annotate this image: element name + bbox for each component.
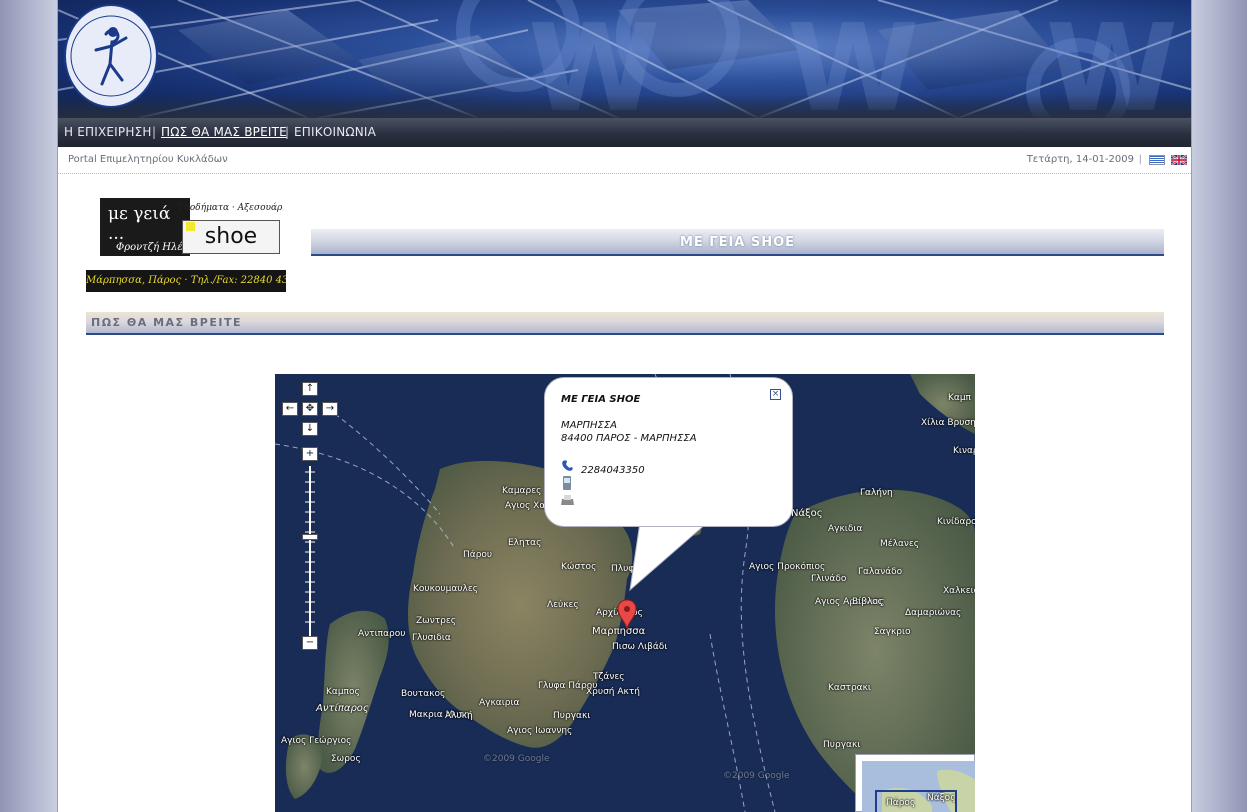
pan-up-button[interactable]: ↑ [302,382,318,396]
map-copyright: ©2009 Google [483,754,550,764]
pan-down-button[interactable]: ↓ [302,422,318,436]
info-bar: Portal Επιμελητηρίου Κυκλάδων Τετάρτη, 1… [58,147,1191,174]
top-nav: Η ΕΠΙΧΕΙΡΗΣΗ | ΠΩΣ ΘΑ ΜΑΣ ΒΡΕΙΤΕ | ΕΠΙΚΟ… [58,118,1191,147]
logo-yellow-square [186,222,195,231]
business-logo-subtitle: Υποδήματα · Αξεσουάρ [178,203,283,213]
pan-right-button[interactable]: → [322,402,338,416]
zoom-slider-handle[interactable] [302,534,318,540]
zoom-out-button[interactable]: − [302,636,318,650]
portal-name: Portal Επιμελητηρίου Κυκλάδων [68,154,228,165]
section-title: ΠΩΣ ΘΑ ΜΑΣ ΒΡΕΙΤΕ [91,316,242,329]
map-label: Κώστος [561,562,597,572]
nav-separator: | [152,125,157,139]
map-label: Καμπ [948,393,971,403]
map-label: Σωρος [331,754,361,764]
business-title: ΜΕ ΓΕΙΑ SHOE [679,235,796,250]
zoom-slider[interactable] [302,466,318,636]
fax-icon [561,495,574,505]
map-label: Καμπος [326,687,360,697]
business-title-bar: ΜΕ ΓΕΙΑ SHOE [311,229,1164,256]
map-label: Πάρου [463,550,493,560]
business-logo: με γειά ... Φροντζή Ηλέκτρα Υποδήματα · … [86,195,286,295]
google-map[interactable]: Καμπ Χίλια Βρυση Κιναράς Γαλήνη Νάξος Αγ… [275,374,975,812]
nav-item-contact[interactable]: ΕΠΙΚΟΙΝΩΝΙΑ [294,118,376,147]
map-marker-icon[interactable] [617,599,637,631]
close-icon[interactable]: × [770,389,781,400]
nav-separator: | [285,125,290,139]
nav-item-company[interactable]: Η ΕΠΙΧΕΙΡΗΣΗ [64,118,152,147]
popup-address-line2: 84400 ΠΑΡΟΣ - ΜΑΡΠΗΣΣΑ [561,433,697,444]
minimap-imagery [862,761,975,812]
map-label: Δαμαριώνας [905,608,962,618]
business-contact-strip: Μάρπησσα, Πάρος · Τηλ./Fax: 22840 43350 [86,270,286,292]
phone-icon [562,460,573,471]
map-label: Βουτακος [401,689,446,699]
pan-center-button[interactable]: ✥ [302,402,318,416]
business-logo-shoe: shoe [182,220,280,254]
zoom-in-button[interactable]: + [302,447,318,461]
map-label: Πυργακι [823,740,861,750]
popup-phone: 2284043350 [581,465,645,476]
map-label: Πυργακι [553,711,591,721]
map-label: Καμαρες [502,486,542,496]
map-copyright: ©2009 Google [723,771,790,781]
minimap-label: Πάρος [886,798,916,808]
map-label: Αντίπαρος [316,703,369,714]
map-label: Γλυσιδια [412,633,451,643]
map-label: Αντιπαρου [358,629,406,639]
mobile-icon [563,476,571,490]
map-label: Καστρακι [828,683,871,693]
overview-minimap[interactable]: Πάρος Νάξος [855,754,975,812]
current-date: Τετάρτη, 14-01-2009 [1026,154,1134,165]
map-label: Σαγκριο [874,627,911,637]
map-label: Ζωντρες [416,616,457,626]
minimap-label: Νάξος [927,793,956,803]
map-label: Γαλήνη [860,488,893,498]
map-label: Λεύκες [547,600,579,610]
map-label: Κουκουμαυλες [413,584,478,594]
popup-title: ΜΕ ΓΕΙΑ SHOE [561,394,641,405]
pan-left-button[interactable]: ← [282,402,298,416]
map-label: Αγιος Προκόπιος [749,562,826,572]
chamber-logo[interactable] [64,4,158,108]
map-label: Χίλια Βρυση [921,418,975,428]
map-label: Γλινάδο [811,574,847,584]
english-flag-icon[interactable] [1171,155,1187,165]
map-label: Κιναράς [953,446,975,456]
map-label: Βίβλος [852,597,884,607]
map-label: Αγιος Ιωαννης [507,726,573,736]
map-label: Νάξος [791,508,823,519]
section-title-bar: ΠΩΣ ΘΑ ΜΑΣ ΒΡΕΙΤΕ [86,312,1164,335]
hermes-logo-icon [70,15,152,97]
map-label: Ελητας [508,538,542,548]
date-separator: | [1138,154,1142,165]
map-info-window: × ΜΕ ΓΕΙΑ SHOE ΜΑΡΠΗΣΣΑ 84400 ΠΑΡΟΣ - ΜΑ… [544,377,793,527]
map-label: Αγκιδια [828,524,863,534]
map-label: Πισω Λιβάδι [612,642,668,652]
nav-item-directions[interactable]: ΠΩΣ ΘΑ ΜΑΣ ΒΡΕΙΤΕ [161,118,287,147]
map-label: Γαλανάδο [858,567,903,577]
map-label: Τζάνες [593,672,625,682]
popup-address-line1: ΜΑΡΠΗΣΣΑ [561,420,618,431]
banner-shade [58,94,1191,118]
business-logo-dark-block: με γειά ... Φροντζή Ηλέκτρα [100,198,207,256]
greek-flag-icon[interactable] [1149,155,1165,165]
map-label: Αγκαιρια [479,698,520,708]
header-banner: WWW [58,0,1191,118]
page-container: WWW Η ΕΠΙΧΕΙΡΗΣΗ | ΠΩΣ ΘΑ ΜΑΣ ΒΡΕΙΤΕ | Ε… [57,0,1192,812]
map-label: Κινίδαρος [937,517,975,527]
map-label: Αγιος Γεώργιος [281,736,352,746]
overview-minimap-view: Πάρος Νάξος [862,761,975,812]
map-label: Μέλανες [880,539,920,549]
map-label: Χρυσή Ακτή [586,687,640,697]
map-label: Χαλκειο [943,586,975,596]
map-label: Αλυκή [445,711,473,721]
popup-tail [629,524,707,592]
